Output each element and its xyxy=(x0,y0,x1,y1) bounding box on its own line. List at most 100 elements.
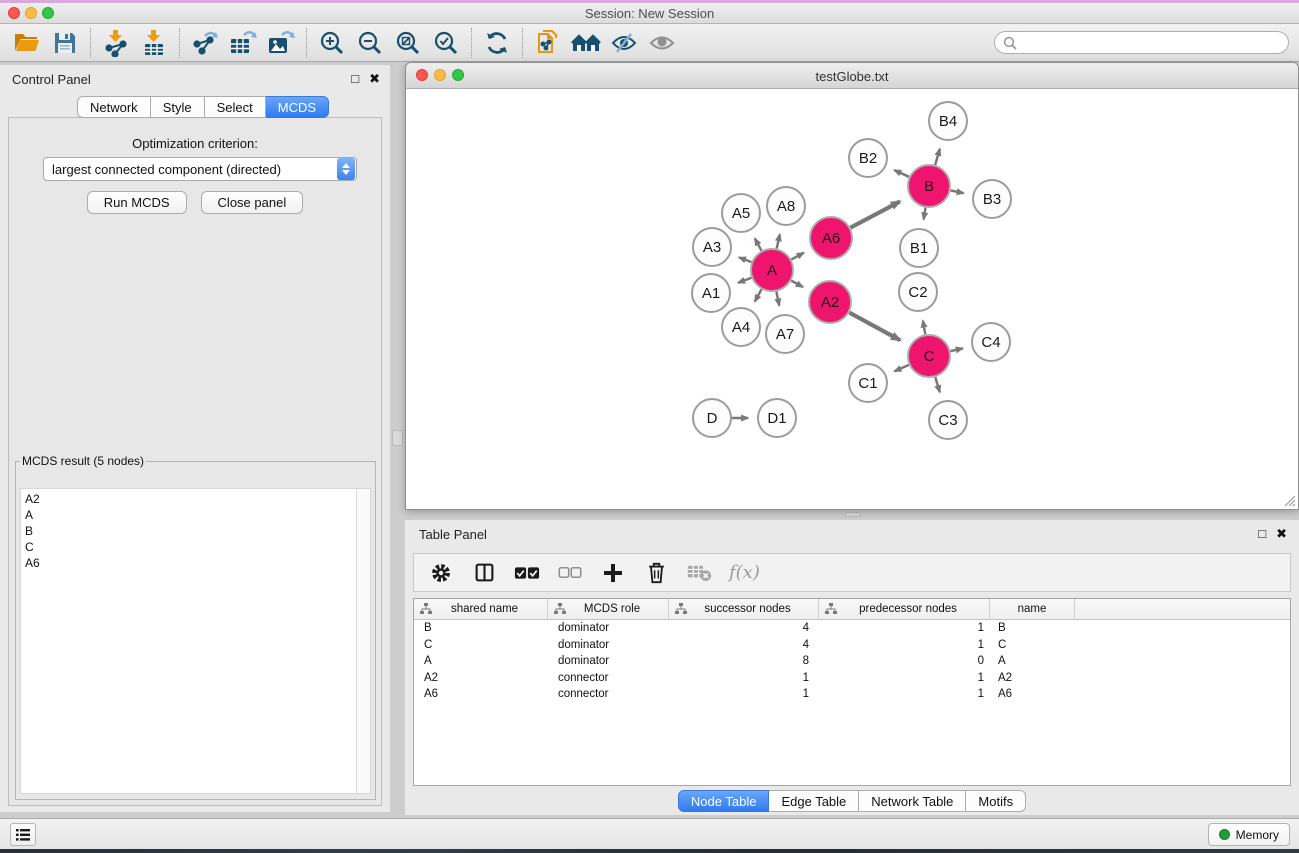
table-cell[interactable]: 8 xyxy=(669,655,819,667)
unselect-all-button[interactable] xyxy=(557,559,583,587)
run-mcds-button[interactable]: Run MCDS xyxy=(87,191,187,214)
table-row[interactable]: Cdominator41C xyxy=(414,637,1290,654)
graph-edge[interactable] xyxy=(951,190,964,193)
table-cell[interactable]: A6 xyxy=(990,688,1075,700)
graph-node-B4[interactable]: B4 xyxy=(929,102,967,140)
export-image-button[interactable] xyxy=(262,27,300,59)
table-cell[interactable]: 1 xyxy=(819,672,990,684)
mcds-list-scrollbar[interactable] xyxy=(356,489,370,793)
table-cell[interactable]: B xyxy=(414,622,548,634)
graph-node-A1[interactable]: A1 xyxy=(692,274,730,312)
table-cell[interactable]: A2 xyxy=(414,672,548,684)
tab-edge-table[interactable]: Edge Table xyxy=(769,790,859,812)
mcds-result-item[interactable]: A2 xyxy=(21,491,355,507)
table-cell[interactable]: C xyxy=(990,639,1075,651)
table-cell[interactable]: dominator xyxy=(548,622,669,634)
table-cell[interactable]: A xyxy=(414,655,548,667)
table-row[interactable]: A6connector11A6 xyxy=(414,686,1290,703)
graph-edge[interactable] xyxy=(923,321,925,335)
table-cell[interactable]: 1 xyxy=(669,688,819,700)
select-all-button[interactable] xyxy=(514,559,540,587)
graph-node-A4[interactable]: A4 xyxy=(722,308,760,346)
home-button[interactable] xyxy=(567,27,605,59)
graph-node-A6[interactable]: A6 xyxy=(810,217,852,259)
table-cell[interactable]: dominator xyxy=(548,655,669,667)
close-panel-button[interactable]: Close panel xyxy=(201,191,304,214)
close-panel-icon[interactable]: ✖ xyxy=(369,71,380,87)
graph-node-A5[interactable]: A5 xyxy=(722,194,760,232)
delete-column-button[interactable] xyxy=(643,559,669,587)
graph-edge[interactable] xyxy=(791,281,803,287)
zoom-selected-button[interactable] xyxy=(427,27,465,59)
table-cell[interactable]: 1 xyxy=(819,639,990,651)
tab-mcds[interactable]: MCDS xyxy=(266,96,329,118)
hide-show-button[interactable] xyxy=(605,27,643,59)
graph-edge[interactable] xyxy=(791,253,803,260)
graph-edge[interactable] xyxy=(950,348,962,351)
graph-node-A8[interactable]: A8 xyxy=(767,187,805,225)
table-cell[interactable]: 0 xyxy=(819,655,990,667)
table-cell[interactable]: A6 xyxy=(414,688,548,700)
graph-edge[interactable] xyxy=(776,292,779,306)
show-column-button[interactable] xyxy=(471,559,497,587)
table-cell[interactable]: connector xyxy=(548,672,669,684)
graph-edge[interactable] xyxy=(777,234,780,248)
tab-node-table[interactable]: Node Table xyxy=(678,790,770,812)
graph-edge[interactable] xyxy=(935,149,940,165)
vertical-split-handle[interactable] xyxy=(392,430,403,446)
column-header-shared-name[interactable]: shared name xyxy=(414,599,548,619)
table-cell[interactable]: B xyxy=(990,622,1075,634)
network-window-titlebar[interactable]: testGlobe.txt xyxy=(406,63,1298,89)
graph-edge[interactable] xyxy=(850,201,899,227)
graph-edge[interactable] xyxy=(755,238,762,250)
table-cell[interactable]: dominator xyxy=(548,639,669,651)
column-header-successor-nodes[interactable]: successor nodes xyxy=(669,599,819,619)
graph-node-B1[interactable]: B1 xyxy=(900,229,938,267)
table-row[interactable]: Bdominator41B xyxy=(414,620,1290,637)
function-builder-button[interactable]: f(x) xyxy=(729,562,760,583)
network-canvas[interactable]: B4B2BB3A8A5A6A3B1AA1C2A2A4A7C4CC1C3DD1 xyxy=(406,89,1298,509)
table-cell[interactable]: 1 xyxy=(819,622,990,634)
graph-node-D[interactable]: D xyxy=(693,399,731,437)
graph-node-C3[interactable]: C3 xyxy=(929,401,967,439)
task-history-button[interactable] xyxy=(10,823,36,846)
tab-motifs[interactable]: Motifs xyxy=(966,790,1026,812)
create-column-button[interactable] xyxy=(600,559,626,587)
table-cell[interactable]: A xyxy=(990,655,1075,667)
tab-network[interactable]: Network xyxy=(77,96,151,118)
graph-edge[interactable] xyxy=(755,289,762,301)
refresh-button[interactable] xyxy=(478,27,516,59)
graph-edge[interactable] xyxy=(924,208,926,220)
column-header-name[interactable]: name xyxy=(990,599,1075,619)
table-cell[interactable]: 1 xyxy=(669,672,819,684)
export-table-button[interactable] xyxy=(224,27,262,59)
import-network-button[interactable] xyxy=(97,27,135,59)
graph-node-B2[interactable]: B2 xyxy=(849,139,887,177)
graph-edge[interactable] xyxy=(935,377,939,392)
graph-node-D1[interactable]: D1 xyxy=(758,399,796,437)
graph-node-B3[interactable]: B3 xyxy=(973,180,1011,218)
search-input[interactable] xyxy=(994,31,1289,54)
tab-network-table[interactable]: Network Table xyxy=(859,790,966,812)
window-resize-grip[interactable] xyxy=(1282,493,1296,507)
graph-edge[interactable] xyxy=(738,278,751,283)
graph-node-C4[interactable]: C4 xyxy=(972,323,1010,361)
float-panel-icon[interactable]: □ xyxy=(1258,526,1266,542)
table-row[interactable]: A2connector11A2 xyxy=(414,670,1290,687)
mcds-result-item[interactable]: A6 xyxy=(21,555,355,571)
table-cell[interactable]: 4 xyxy=(669,639,819,651)
graph-edge[interactable] xyxy=(894,170,909,177)
graph-edge[interactable] xyxy=(849,313,900,341)
graph-edge[interactable] xyxy=(895,365,909,371)
table-cell[interactable]: C xyxy=(414,639,548,651)
table-settings-button[interactable] xyxy=(428,559,454,587)
save-session-button[interactable] xyxy=(46,27,84,59)
graph-node-B[interactable]: B xyxy=(908,165,950,207)
graph-node-A[interactable]: A xyxy=(751,249,793,291)
column-header-predecessor-nodes[interactable]: predecessor nodes xyxy=(819,599,990,619)
float-panel-icon[interactable]: □ xyxy=(351,71,359,87)
network-graph[interactable]: B4B2BB3A8A5A6A3B1AA1C2A2A4A7C4CC1C3DD1 xyxy=(406,89,1298,509)
table-cell[interactable]: A2 xyxy=(990,672,1075,684)
graph-edge[interactable] xyxy=(739,257,751,262)
graph-node-C2[interactable]: C2 xyxy=(899,273,937,311)
